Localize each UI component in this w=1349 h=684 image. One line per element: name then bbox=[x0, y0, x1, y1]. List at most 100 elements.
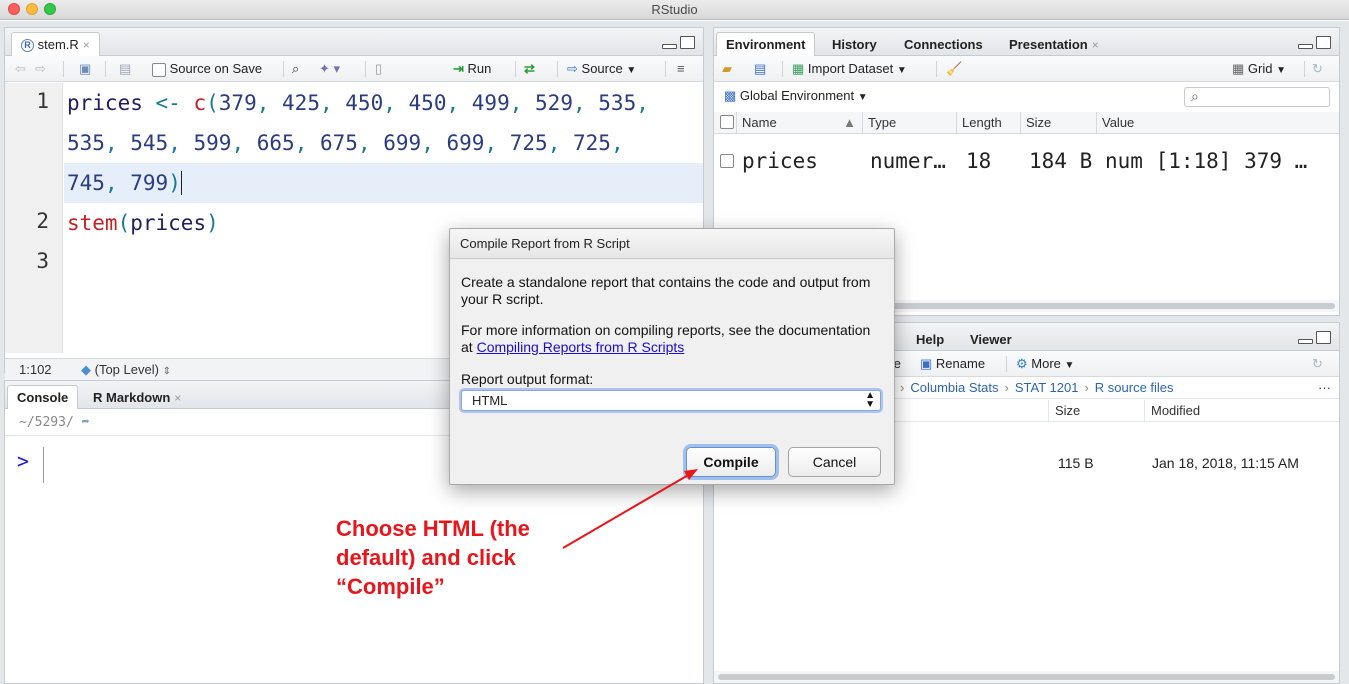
maximize-pane-icon[interactable] bbox=[680, 36, 695, 49]
column-length[interactable]: Length bbox=[956, 112, 1020, 134]
scope-selector[interactable]: ◆ (Top Level) ⇕ bbox=[81, 359, 171, 382]
code-line: 745, 799) bbox=[67, 163, 195, 203]
rerun-icon[interactable]: ⇄ bbox=[524, 60, 535, 78]
file-modified: Jan 18, 2018, 11:15 AM bbox=[1152, 455, 1299, 471]
breadcrumb-path: › Columbia Stats › STAT 1201 › R source files bbox=[900, 380, 1174, 395]
tab-presentation[interactable]: Presentation × bbox=[999, 32, 1109, 56]
grid-view-selector[interactable]: ▦ Grid ▼ bbox=[1232, 60, 1286, 78]
column-type[interactable]: Type bbox=[862, 112, 956, 134]
cancel-button[interactable]: Cancel bbox=[788, 447, 881, 477]
source-label: Source bbox=[581, 61, 623, 76]
column-name[interactable]: Name ▲ bbox=[736, 112, 862, 134]
row-checkbox[interactable] bbox=[720, 154, 734, 168]
source-on-save-checkbox[interactable] bbox=[152, 62, 166, 77]
dialog-title: Compile Report from R Script bbox=[450, 229, 894, 259]
tab-label: R Markdown bbox=[93, 390, 171, 405]
magic-wand-icon[interactable]: ✦ ▾ bbox=[319, 60, 340, 78]
source-button[interactable]: ⇨ Source ▼ bbox=[567, 60, 636, 78]
horizontal-scrollbar[interactable] bbox=[714, 671, 1339, 683]
more-path-icon[interactable]: ··· bbox=[1318, 377, 1331, 399]
column-size[interactable]: Size bbox=[1048, 400, 1144, 422]
code-line: stem(prices) bbox=[67, 211, 219, 235]
environment-icon: ▩ bbox=[724, 88, 737, 103]
search-icon: ⌕ bbox=[1191, 88, 1199, 104]
variable-type: numer… bbox=[870, 149, 946, 173]
table-icon: ▦ bbox=[792, 61, 805, 76]
environment-toolbar: ▰ ▤ ▦ Import Dataset ▼ 🧹 ▦ Grid ▼ ↻ bbox=[714, 56, 1339, 82]
code-line: prices <- c(379, 425, 450, 450, 499, 529… bbox=[67, 91, 649, 115]
show-in-window-icon[interactable]: ▣ bbox=[79, 60, 91, 78]
breadcrumb-columbia-stats[interactable]: Columbia Stats bbox=[910, 380, 998, 395]
select-all-checkbox[interactable] bbox=[720, 115, 734, 129]
compile-button[interactable]: Compile bbox=[686, 447, 776, 477]
tab-stem-r[interactable]: R stem.R × bbox=[11, 32, 100, 57]
compiling-reports-link[interactable]: Compiling Reports from R Scripts bbox=[477, 339, 685, 355]
compile-report-icon[interactable]: ▯ bbox=[375, 60, 382, 78]
variable-name: prices bbox=[742, 149, 818, 173]
maximize-pane-icon[interactable] bbox=[1316, 36, 1331, 49]
close-tab-icon[interactable]: × bbox=[174, 391, 181, 405]
save-workspace-icon[interactable]: ▤ bbox=[754, 60, 766, 78]
code-line: 535, 545, 599, 665, 675, 699, 699, 725, … bbox=[67, 131, 624, 155]
open-folder-icon[interactable]: ▰ bbox=[722, 60, 732, 78]
grid-label: Grid bbox=[1247, 61, 1273, 76]
column-size[interactable]: Size bbox=[1020, 112, 1096, 134]
refresh-icon[interactable]: ↻ bbox=[1312, 355, 1323, 373]
run-label: Run bbox=[467, 61, 492, 76]
maximize-pane-icon[interactable] bbox=[1316, 331, 1331, 344]
outline-icon[interactable]: ≡ bbox=[677, 60, 685, 78]
find-icon[interactable]: ⌕ bbox=[292, 60, 299, 78]
minimize-pane-icon[interactable] bbox=[1298, 44, 1313, 49]
back-arrow-icon[interactable]: ⇦ bbox=[15, 60, 26, 78]
close-tab-icon[interactable]: × bbox=[83, 38, 90, 52]
minimize-pane-icon[interactable] bbox=[1298, 339, 1313, 344]
broom-icon[interactable]: 🧹 bbox=[946, 60, 962, 78]
tab-viewer[interactable]: Viewer bbox=[960, 327, 1022, 351]
tab-help[interactable]: Help bbox=[906, 327, 954, 351]
breadcrumb-stat-1201[interactable]: STAT 1201 bbox=[1015, 380, 1079, 395]
import-dataset-button[interactable]: ▦ Import Dataset ▼ bbox=[792, 60, 907, 78]
annotation-line: “Compile” bbox=[336, 574, 445, 599]
environment-row[interactable]: prices numer… 18 184 B num [1:18] 379 … bbox=[714, 146, 1339, 176]
cursor-position: 1:102 bbox=[19, 362, 52, 377]
column-modified[interactable]: Modified bbox=[1144, 400, 1334, 422]
tab-r-markdown[interactable]: R Markdown × bbox=[83, 385, 191, 409]
line-number: 3 bbox=[36, 249, 49, 273]
column-value[interactable]: Value bbox=[1096, 112, 1336, 134]
compile-report-dialog: Compile Report from R Script Create a st… bbox=[449, 228, 895, 485]
scope-label: (Top Level) bbox=[94, 362, 159, 377]
window-title: RStudio bbox=[651, 2, 698, 17]
environment-search-input[interactable]: ⌕ bbox=[1184, 87, 1330, 107]
line-gutter: 1 2 3 bbox=[5, 83, 63, 353]
rename-label: Rename bbox=[935, 356, 986, 371]
line-number: 1 bbox=[36, 89, 49, 113]
tab-history[interactable]: History bbox=[822, 32, 887, 56]
tab-environment[interactable]: Environment bbox=[716, 32, 816, 57]
annotation-text: Choose HTML (the default) and click “Com… bbox=[336, 514, 606, 601]
forward-arrow-icon[interactable]: ⇨ bbox=[35, 60, 46, 78]
tab-connections[interactable]: Connections bbox=[894, 32, 993, 56]
annotation-line: Choose HTML (the bbox=[336, 516, 530, 541]
tab-label: stem.R bbox=[37, 37, 79, 52]
environment-scope-bar: ▩ Global Environment ▼ ⌕ bbox=[714, 82, 1339, 112]
more-button[interactable]: ⚙ More ▼ bbox=[1016, 355, 1074, 373]
source-on-save-toggle[interactable]: Source on Save bbox=[152, 60, 262, 78]
run-button[interactable]: ⇥ Run bbox=[453, 60, 491, 78]
rename-button[interactable]: ▣ Rename bbox=[920, 355, 985, 373]
rename-icon: ▣ bbox=[920, 356, 933, 371]
environment-tabbar: Environment History Connections Presenta… bbox=[714, 28, 1339, 57]
pane-window-controls bbox=[1295, 331, 1331, 346]
refresh-icon[interactable]: ↻ bbox=[1312, 60, 1323, 78]
pane-window-controls bbox=[659, 36, 695, 51]
gear-icon: ⚙ bbox=[1016, 356, 1028, 371]
close-tab-icon[interactable]: × bbox=[1092, 38, 1099, 52]
minimize-pane-icon[interactable] bbox=[662, 44, 677, 49]
save-icon[interactable]: ▤ bbox=[119, 60, 131, 78]
global-environment-label: Global Environment bbox=[739, 88, 855, 103]
report-format-select[interactable]: HTML ▲ ▼ bbox=[461, 390, 881, 411]
global-environment-selector[interactable]: ▩ Global Environment ▼ bbox=[724, 88, 868, 104]
more-label: More bbox=[1031, 356, 1061, 371]
tab-console[interactable]: Console bbox=[7, 385, 79, 410]
breadcrumb-r-source-files[interactable]: R source files bbox=[1095, 380, 1174, 395]
annotation-line: default) and click bbox=[336, 545, 516, 570]
